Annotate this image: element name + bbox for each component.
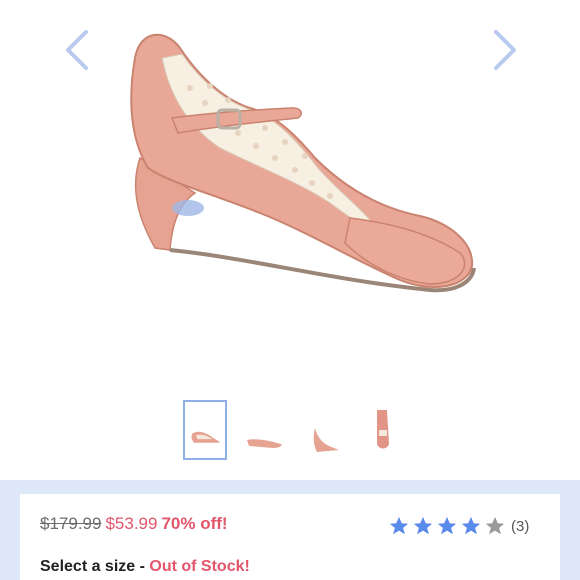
star-filled-icon xyxy=(389,516,409,535)
size-label: Select a size xyxy=(40,558,136,575)
original-price: $179.99 xyxy=(40,514,102,533)
thumbnail-2[interactable] xyxy=(243,400,287,460)
chevron-right-icon[interactable] xyxy=(490,28,520,72)
discount-badge: 70% off! xyxy=(161,514,228,533)
star-rating[interactable]: (3) xyxy=(388,514,529,538)
product-photo xyxy=(100,18,490,308)
thumbnail-4[interactable] xyxy=(363,400,407,460)
size-separator: - xyxy=(135,558,150,575)
review-count[interactable]: (3) xyxy=(511,518,529,535)
size-selector[interactable]: Select a size - Out of Stock! xyxy=(40,558,250,576)
thumbnail-3[interactable] xyxy=(303,400,347,460)
star-filled-icon xyxy=(413,516,433,535)
price-row: $179.99 $53.99 70% off! xyxy=(40,514,228,534)
product-info-card: $179.99 $53.99 70% off! (3) Select a size … xyxy=(20,494,560,580)
chevron-left-icon[interactable] xyxy=(62,28,92,72)
sale-price: $53.99 xyxy=(105,514,158,533)
stock-status: Out of Stock! xyxy=(149,558,250,575)
star-filled-icon xyxy=(461,516,481,535)
star-filled-icon xyxy=(437,516,457,535)
star-empty-icon xyxy=(485,516,505,535)
thumbnail-1[interactable] xyxy=(183,400,227,460)
product-gallery xyxy=(0,0,580,480)
thumbnail-strip xyxy=(0,400,580,464)
